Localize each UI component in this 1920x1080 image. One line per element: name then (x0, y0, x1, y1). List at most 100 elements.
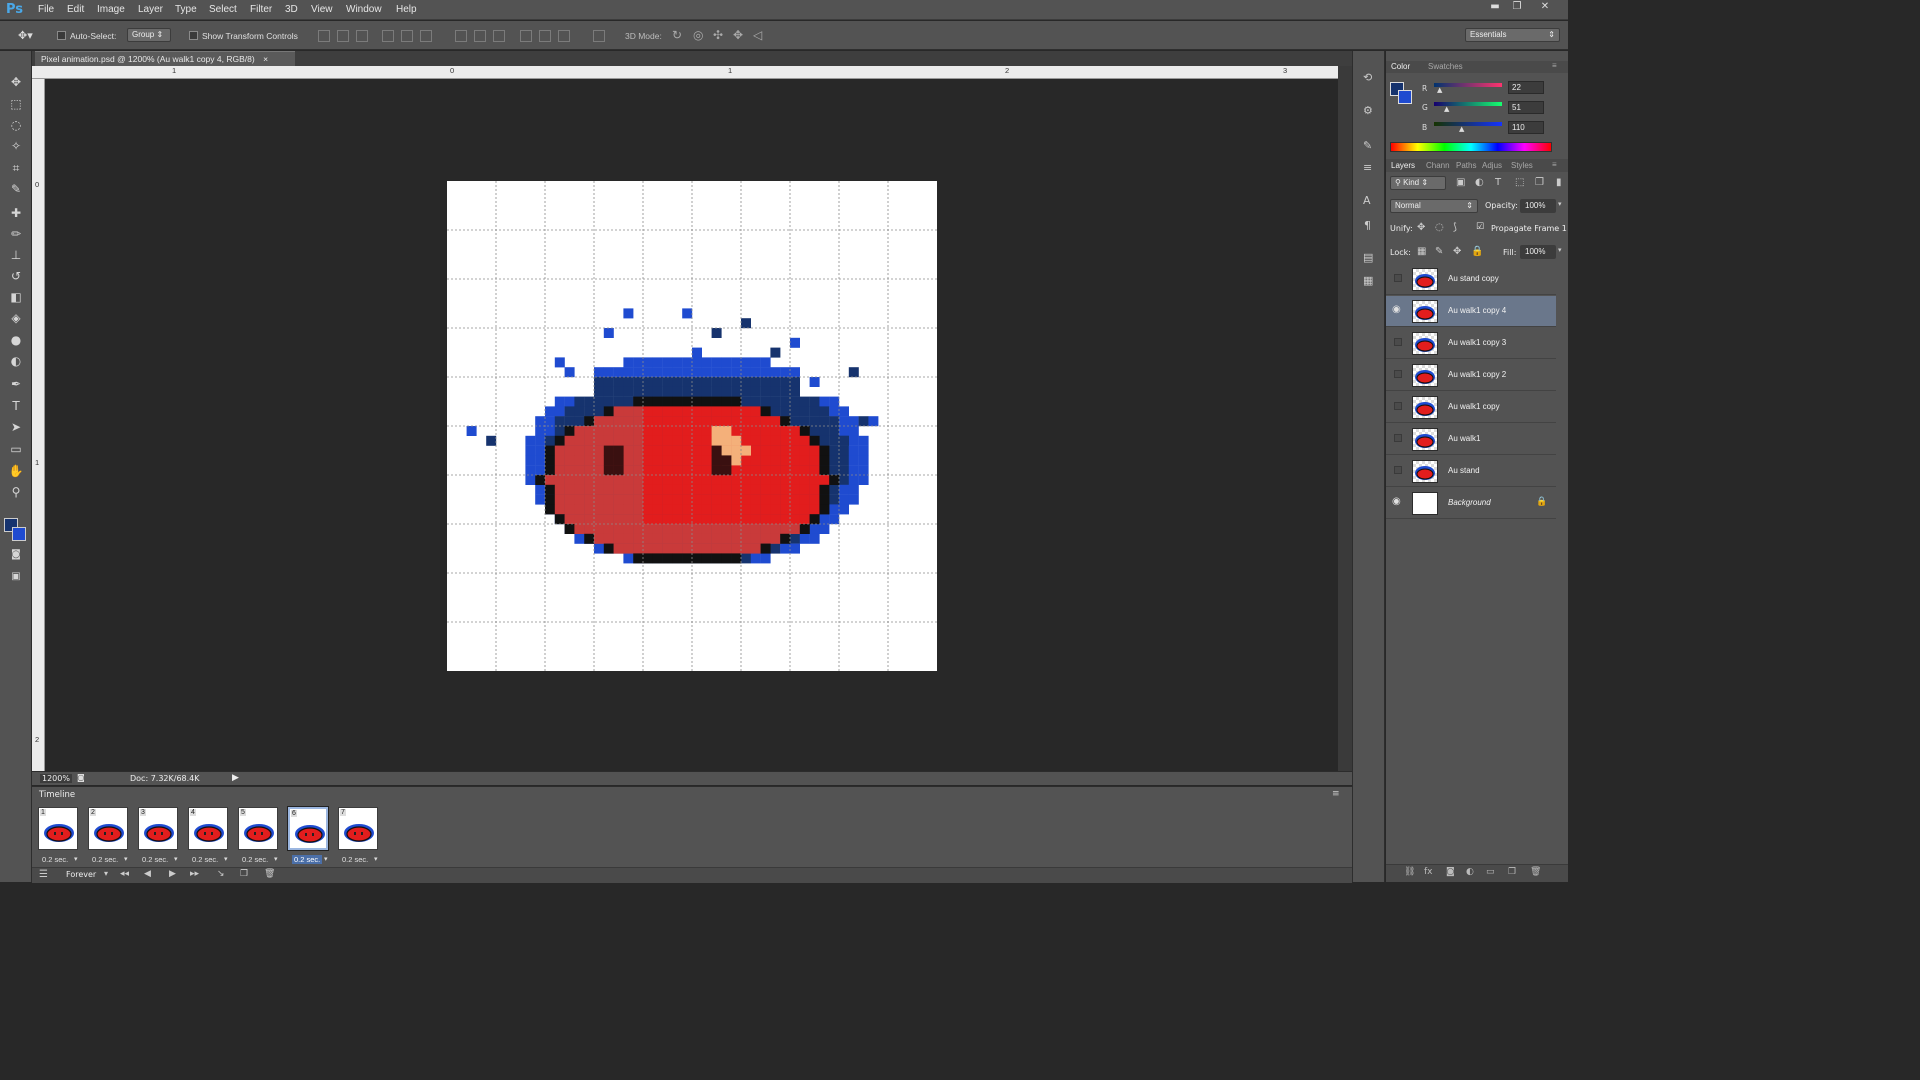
frame-delay-arrow-icon[interactable]: ▾ (74, 855, 78, 863)
tab-channels[interactable]: Chann (1426, 161, 1450, 170)
healing-brush-icon[interactable]: ✚ (6, 204, 26, 222)
align-right-icon[interactable] (420, 30, 432, 42)
layer-row[interactable]: ◉ Au walk1 copy 4 (1386, 296, 1556, 327)
frame-delay[interactable]: 0.2 sec. (192, 855, 218, 864)
delete-frame-icon[interactable]: 🗑 (264, 869, 275, 879)
menu-3d[interactable]: 3D (285, 4, 298, 15)
new-layer-icon[interactable]: ❐ (1508, 867, 1516, 877)
visibility-toggle[interactable] (1394, 434, 1402, 442)
filter-smart-icon[interactable]: ❐ (1535, 177, 1544, 188)
history-panel-icon[interactable]: ⟲ (1363, 71, 1372, 84)
vertical-scrollbar[interactable] (1338, 66, 1352, 771)
character-panel-icon[interactable]: A (1363, 194, 1371, 207)
g-slider-thumb[interactable]: ▲ (1444, 105, 1449, 113)
eyedropper-tool-icon[interactable]: ✎ (6, 180, 26, 198)
filter-type-icon[interactable]: T (1495, 177, 1501, 188)
layer-row[interactable]: Au walk1 copy (1386, 392, 1556, 423)
g-value[interactable]: 51 (1508, 101, 1544, 114)
visibility-toggle[interactable] (1394, 466, 1402, 474)
move-tool-icon[interactable]: ✥ (6, 73, 26, 91)
distribute-right-icon[interactable] (558, 30, 570, 42)
path-selection-icon[interactable]: ➤ (6, 418, 26, 436)
propagate-checkbox[interactable]: ☑ (1476, 222, 1484, 232)
layer-comps-icon[interactable]: ▤ (1363, 251, 1373, 264)
pen-tool-icon[interactable]: ✒ (6, 375, 26, 393)
layer-row[interactable]: ◉ Background 🔒 (1386, 488, 1556, 519)
visibility-toggle[interactable] (1394, 402, 1402, 410)
menu-layer[interactable]: Layer (138, 4, 163, 15)
lock-transparent-icon[interactable]: ▦ (1417, 246, 1426, 257)
timeline-frame[interactable]: 6 (287, 806, 329, 851)
play-icon[interactable]: ▶ (169, 869, 176, 879)
layer-row[interactable]: Au walk1 copy 3 (1386, 328, 1556, 359)
filter-adjustment-icon[interactable]: ◐ (1475, 177, 1484, 188)
distribute-hcenter-icon[interactable] (539, 30, 551, 42)
zoom-level[interactable]: 1200% (40, 774, 72, 783)
magic-wand-icon[interactable]: ✧ (6, 137, 26, 155)
timeline-frame[interactable]: 1 (38, 807, 78, 850)
history-brush-icon[interactable]: ↺ (6, 267, 26, 285)
adjustment-layer-icon[interactable]: ◐ (1466, 867, 1474, 877)
distribute-top-icon[interactable] (455, 30, 467, 42)
hand-tool-icon[interactable]: ✋ (6, 462, 26, 480)
frame-delay-arrow-icon[interactable]: ▾ (324, 855, 328, 863)
color-panel-background[interactable] (1398, 90, 1412, 104)
distribute-vcenter-icon[interactable] (474, 30, 486, 42)
frame-delay[interactable]: 0.2 sec. (242, 855, 268, 864)
align-top-icon[interactable] (318, 30, 330, 42)
zoom-tool-icon[interactable]: ⚲ (6, 483, 26, 501)
frame-delay-arrow-icon[interactable]: ▾ (174, 855, 178, 863)
menu-filter[interactable]: Filter (250, 4, 272, 15)
tab-styles[interactable]: Styles (1511, 161, 1533, 170)
timeline-frame[interactable]: 7 (338, 807, 378, 850)
filter-toggle-icon[interactable]: ▮ (1556, 177, 1562, 188)
crop-tool-icon[interactable]: ⌗ (6, 159, 26, 177)
3d-orbit-icon[interactable]: ↻ (672, 28, 682, 42)
blend-mode-dropdown[interactable]: Normal ⇕ (1390, 199, 1478, 213)
show-transform-checkbox[interactable] (189, 31, 198, 40)
tab-adjustments[interactable]: Adjus (1482, 161, 1502, 170)
layers-panel-menu-icon[interactable]: ≡ (1552, 160, 1557, 169)
minimize-button[interactable]: ▬ (1484, 0, 1506, 14)
screen-mode-icon[interactable]: ▣ (6, 568, 26, 586)
b-value[interactable]: 110 (1508, 121, 1544, 134)
opacity-arrow-icon[interactable]: ▾ (1558, 200, 1562, 208)
prev-frame-icon[interactable]: ◀ (144, 869, 151, 879)
lock-all-icon[interactable]: 🔒 (1471, 246, 1483, 257)
duplicate-frame-icon[interactable]: ❐ (240, 869, 248, 879)
visibility-toggle[interactable] (1394, 370, 1402, 378)
layer-row[interactable]: Au walk1 copy 2 (1386, 360, 1556, 391)
menu-select[interactable]: Select (209, 4, 237, 15)
tab-layers[interactable]: Layers (1391, 161, 1415, 170)
close-document-icon[interactable]: × (263, 54, 268, 64)
layer-style-icon[interactable]: fx (1424, 867, 1433, 877)
timeline-frame[interactable]: 5 (238, 807, 278, 850)
r-slider[interactable] (1434, 83, 1502, 87)
notes-icon[interactable]: ▦ (1363, 274, 1373, 287)
menu-window[interactable]: Window (346, 4, 382, 15)
lock-position-icon[interactable]: ✥ (1453, 246, 1461, 257)
filter-pixel-icon[interactable]: ▣ (1456, 177, 1465, 188)
b-slider-thumb[interactable]: ▲ (1459, 125, 1464, 133)
frame-delay-arrow-icon[interactable]: ▾ (224, 855, 228, 863)
menu-view[interactable]: View (311, 4, 333, 15)
brush-panel-icon[interactable]: ✎ (1363, 139, 1372, 152)
frame-delay[interactable]: 0.2 sec. (42, 855, 68, 864)
frame-delay-arrow-icon[interactable]: ▾ (124, 855, 128, 863)
distribute-bottom-icon[interactable] (493, 30, 505, 42)
tab-color[interactable]: Color (1391, 62, 1410, 71)
document-tab[interactable]: Pixel animation.psd @ 1200% (Au walk1 co… (35, 51, 295, 66)
next-frame-icon[interactable]: ▸▸ (190, 869, 199, 879)
move-tool-preset-icon[interactable]: ✥▾ (18, 29, 33, 42)
menu-file[interactable]: File (38, 4, 54, 15)
status-menu-icon[interactable]: ◙ (77, 773, 85, 782)
layer-row[interactable]: Au stand (1386, 456, 1556, 487)
align-left-icon[interactable] (382, 30, 394, 42)
type-tool-icon[interactable]: T (6, 397, 26, 415)
timeline-menu-icon[interactable]: ≡ (1332, 789, 1340, 799)
timeline-frame[interactable]: 4 (188, 807, 228, 850)
frame-delay-arrow-icon[interactable]: ▾ (374, 855, 378, 863)
tab-paths[interactable]: Paths (1456, 161, 1476, 170)
timeline-frame[interactable]: 2 (88, 807, 128, 850)
rectangle-tool-icon[interactable]: ▭ (6, 440, 26, 458)
